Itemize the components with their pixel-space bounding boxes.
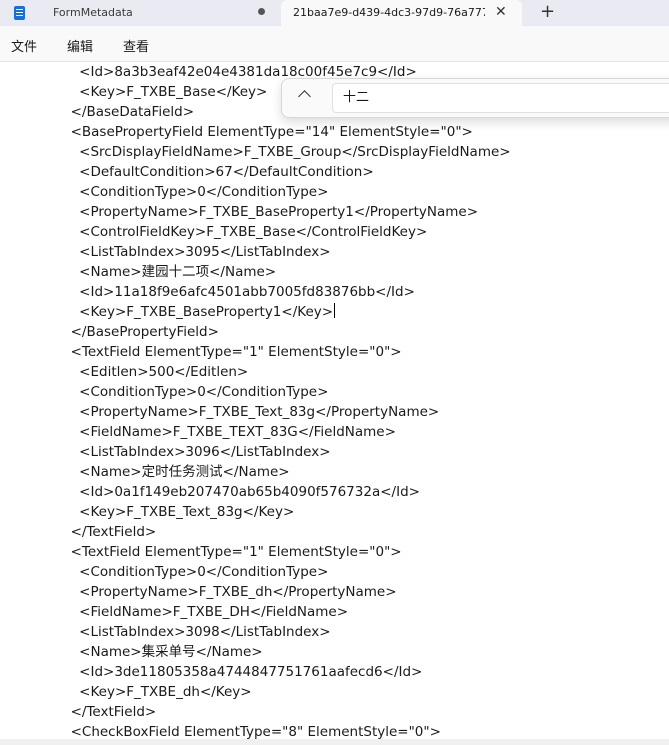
tab-title: 21baa7e9-d439-4dc3-97d9-76a777 — [293, 6, 485, 19]
menu-bar: 文件 编辑 查看 — [0, 26, 669, 62]
editor-line: </BaseDataField> — [62, 104, 195, 120]
editor-line: <TextField ElementType="1" ElementStyle=… — [62, 544, 402, 560]
editor-line: <CheckBoxField ElementType="8" ElementSt… — [62, 724, 441, 739]
editor-line: <ListTabIndex>3095</ListTabIndex> — [62, 244, 331, 260]
editor-line: <Key>F_TXBE_dh</Key> — [62, 684, 252, 700]
editor-line: </TextField> — [62, 524, 157, 540]
new-tab-plus-icon[interactable]: + — [540, 1, 555, 23]
editor-line: <Key>F_TXBE_Base</Key> — [62, 84, 268, 100]
editor-line: <BasePropertyField ElementType="14" Elem… — [62, 124, 473, 140]
editor-line: </TextField> — [62, 704, 157, 720]
editor-line: <Key>F_TXBE_BaseProperty1</Key> — [62, 303, 336, 320]
editor-line: <Name>建园十二项</Name> — [62, 264, 277, 280]
editor-line: <TextField ElementType="1" ElementStyle=… — [62, 344, 402, 360]
editor-line: <Key>F_TXBE_Text_83g</Key> — [62, 504, 295, 520]
editor-line: <Name>集采单号</Name> — [62, 644, 263, 660]
editor-line: <Name>定时任务测试</Name> — [62, 464, 290, 480]
tab-bar: FormMetadata 21baa7e9-d439-4dc3-97d9-76a… — [0, 0, 669, 26]
menu-file[interactable]: 文件 — [11, 36, 37, 55]
tab-active-file[interactable]: 21baa7e9-d439-4dc3-97d9-76a777 ✕ — [281, 0, 522, 26]
editor-line: <ConditionType>0</ConditionType> — [62, 184, 329, 200]
chevron-up-icon[interactable] — [298, 90, 311, 103]
editor-line: <ListTabIndex>3096</ListTabIndex> — [62, 444, 331, 460]
editor-line: <ControlFieldKey>F_TXBE_Base</ControlFie… — [62, 224, 428, 240]
editor-line: <Id>3de11805358a4744847751761aafecd6</Id… — [62, 664, 423, 680]
editor-line: <PropertyName>F_TXBE_BaseProperty1</Prop… — [62, 204, 479, 220]
close-icon[interactable]: ✕ — [495, 3, 507, 21]
editor-line: <ListTabIndex>3098</ListTabIndex> — [62, 624, 331, 640]
editor-line: <Editlen>500</Editlen> — [62, 364, 249, 380]
menu-edit[interactable]: 编辑 — [67, 36, 93, 55]
tab-title: FormMetadata — [53, 6, 133, 19]
editor-line: <DefaultCondition>67</DefaultCondition> — [62, 164, 374, 180]
editor-line: <Id>0a1f149eb207470ab65b4090f576732a</Id… — [62, 484, 420, 500]
text-editor[interactable]: <Id>8a3b3eaf42e04e4381da18c00f45e7c9</Id… — [0, 62, 669, 739]
find-panel: 十二 — [281, 78, 669, 118]
find-input[interactable]: 十二 — [332, 83, 669, 113]
editor-line: <FieldName>F_TXBE_TEXT_83G</FieldName> — [62, 424, 396, 440]
editor-line: <PropertyName>F_TXBE_Text_83g</PropertyN… — [62, 404, 440, 420]
horizontal-scrollbar[interactable] — [0, 739, 669, 745]
editor-line: <SrcDisplayFieldName>F_TXBE_Group</SrcDi… — [62, 144, 511, 160]
notepad-icon — [14, 6, 25, 20]
menu-view[interactable]: 查看 — [123, 36, 149, 55]
tab-formmetadata[interactable]: FormMetadata — [0, 0, 281, 26]
editor-line: </BasePropertyField> — [62, 324, 219, 340]
text-caret — [334, 303, 336, 318]
editor-line: <ConditionType>0</ConditionType> — [62, 384, 329, 400]
editor-line: <ConditionType>0</ConditionType> — [62, 564, 329, 580]
editor-line: <FieldName>F_TXBE_DH</FieldName> — [62, 604, 349, 620]
editor-line: <Id>11a18f9e6afc4501abb7005fd83876bb</Id… — [62, 284, 415, 300]
editor-line: <PropertyName>F_TXBE_dh</PropertyName> — [62, 584, 397, 600]
unsaved-dot-icon[interactable] — [258, 8, 265, 15]
